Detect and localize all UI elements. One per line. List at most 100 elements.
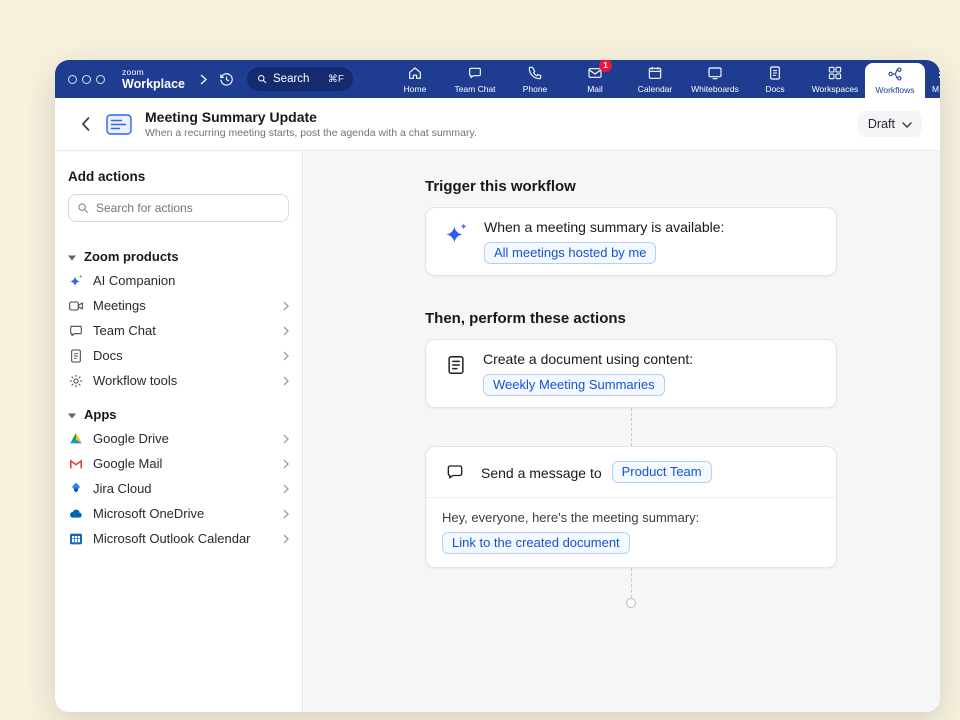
message-body-text: Hey, everyone, here's the meeting summar… [442,510,820,525]
nav-item-label: M [932,84,939,94]
chevron-right-icon [283,534,289,544]
nav-item-phone[interactable]: Phone [505,60,565,98]
sidebar-item-docs[interactable]: Docs [55,343,302,368]
chevron-right-icon [283,509,289,519]
trigger-card-content: When a meeting summary is available: All… [484,217,724,264]
doc-icon [68,348,84,364]
trigger-heading: Trigger this workflow [425,178,940,195]
search-shortcut: ⌘F [328,74,344,85]
chevron-right-icon [283,351,289,361]
nav-item-mail[interactable]: 1Mail [565,60,625,98]
sidebar-item-jira-cloud[interactable]: Jira Cloud [55,476,302,501]
nav-item-docs[interactable]: Docs [745,60,805,98]
document-link-pill[interactable]: Link to the created document [442,532,630,554]
send-message-row: Send a message to Product Team [426,447,836,498]
sidebar-section-apps: AppsGoogle DriveGoogle MailJira CloudMic… [55,402,302,551]
search-icon [256,73,268,85]
search-icon [76,201,90,215]
chevron-right-icon [283,434,289,444]
window-maximize-button[interactable] [96,75,105,84]
status-label: Draft [868,117,895,131]
message-recipient-pill[interactable]: Product Team [612,461,712,483]
sidebar-item-workflow-tools[interactable]: Workflow tools [55,368,302,393]
chevron-right-icon[interactable] [200,74,207,85]
create-document-card[interactable]: Create a document using content: Weekly … [425,339,837,408]
ai-sparkle-icon [443,221,469,247]
workflow-canvas: Trigger this workflow When a meeting sum… [303,151,940,712]
nav-item-team-chat[interactable]: Team Chat [445,60,505,98]
google-mail-icon [68,456,84,472]
onedrive-icon [68,506,84,522]
team-chat-icon [467,65,483,81]
workspace-body: Add actions Zoom productsAI CompanionMee… [55,151,940,712]
sidebar-item-google-mail[interactable]: Google Mail [55,451,302,476]
nav-item-label: Docs [765,84,784,94]
send-message-text: Send a message to [481,463,602,482]
connector-line [631,408,632,446]
chevron-right-icon [283,376,289,386]
nav-item-label: Mail [587,84,603,94]
sidebar-item-microsoft-onedrive[interactable]: Microsoft OneDrive [55,501,302,526]
actions-heading: Then, perform these actions [425,310,940,327]
actions-search-input[interactable] [68,194,289,222]
top-navbar: zoom Workplace Search ⌘F Home Team Chat Ph… [55,60,940,98]
document-content-pill[interactable]: Weekly Meeting Summaries [483,374,665,396]
workflow-titles: Meeting Summary Update When a recurring … [145,109,477,139]
nav-item-label: Home [404,84,427,94]
chevron-right-icon [283,459,289,469]
chevron-down-icon [902,117,912,131]
section-header-apps[interactable]: Apps [68,402,289,426]
nav-item-label: Team Chat [454,84,495,94]
jira-icon [68,481,84,497]
google-drive-icon [68,431,84,447]
window-close-button[interactable] [68,75,77,84]
nav-item-label: Calendar [638,84,673,94]
back-button[interactable] [77,117,93,131]
add-step-node[interactable] [626,598,636,608]
triangle-down-icon [68,249,76,264]
global-search-button[interactable]: Search ⌘F [247,67,353,91]
brand-zoom: zoom [122,68,185,77]
nav-item-label: Workspaces [812,84,859,94]
history-icon[interactable] [218,71,235,88]
sidebar-item-label: Meetings [93,298,146,313]
sidebar-item-team-chat[interactable]: Team Chat [55,318,302,343]
nav-item-workflows[interactable]: Workflows [865,63,925,98]
nav-item-label: Phone [523,84,548,94]
actions-search [68,194,289,222]
phone-icon [527,65,543,81]
docs-icon [767,65,783,81]
window-controls [68,75,105,84]
triangle-down-icon [68,407,76,422]
home-icon [407,65,423,81]
brand-workplace: Workplace [122,78,185,91]
workflows-icon [887,66,903,82]
nav-item-label: Workflows [875,85,914,95]
message-bubble-icon [445,462,465,482]
sidebar-item-microsoft-outlook-calendar[interactable]: Microsoft Outlook Calendar [55,526,302,551]
nav-item-workspaces[interactable]: Workspaces [805,60,865,98]
gear-icon [68,373,84,389]
create-document-content: Create a document using content: Weekly … [483,349,693,396]
sidebar-sections: Zoom productsAI Companion Meetings Team Ch… [55,244,302,551]
sidebar-item-label: Workflow tools [93,373,177,388]
sidebar-item-ai-companion[interactable]: AI Companion [55,268,302,293]
chevron-right-icon [283,301,289,311]
trigger-text: When a meeting summary is available: [484,217,724,236]
sidebar-item-meetings[interactable]: Meetings [55,293,302,318]
trigger-card[interactable]: When a meeting summary is available: All… [425,207,837,276]
sidebar-item-label: Microsoft Outlook Calendar [93,531,251,546]
trigger-scope-pill[interactable]: All meetings hosted by me [484,242,656,264]
send-message-card[interactable]: Send a message to Product Team Hey, ever… [425,446,837,568]
nav-item-home[interactable]: Home [385,60,445,98]
status-dropdown[interactable]: Draft [858,111,922,137]
nav-item-m[interactable]: M [925,60,940,98]
search-label: Search [273,73,309,85]
nav-item-whiteboards[interactable]: Whiteboards [685,60,745,98]
window-minimize-button[interactable] [82,75,91,84]
workspaces-icon [827,65,843,81]
sidebar-item-google-drive[interactable]: Google Drive [55,426,302,451]
calendar-icon [647,65,663,81]
section-header-zoom-products[interactable]: Zoom products [68,244,289,268]
nav-item-calendar[interactable]: Calendar [625,60,685,98]
